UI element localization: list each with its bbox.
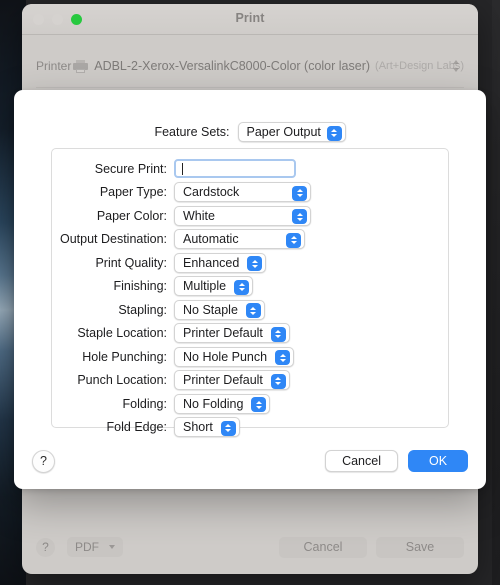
option-popup[interactable]: Multiple xyxy=(174,276,254,297)
option-row: Finishing: Multiple xyxy=(52,275,448,299)
window-titlebar: Print xyxy=(22,4,478,35)
chevron-down-icon xyxy=(109,545,115,549)
window-cancel-button[interactable]: Cancel xyxy=(279,536,367,558)
pdf-menu-label: PDF xyxy=(75,540,99,554)
window-help-button[interactable]: ? xyxy=(36,537,55,557)
option-row: Staple Location: Printer Default xyxy=(52,322,448,346)
option-popup[interactable]: White xyxy=(174,205,311,226)
option-label: Punch Location: xyxy=(77,373,167,388)
option-label: Folding: xyxy=(122,396,167,411)
stepper-icon xyxy=(292,185,307,201)
option-popup[interactable]: Automatic xyxy=(174,229,305,250)
option-row: Print Quality: Enhanced xyxy=(52,251,448,275)
stepper-icon xyxy=(275,350,291,366)
option-popup[interactable]: Enhanced xyxy=(174,252,267,273)
stepper-icon xyxy=(326,125,342,141)
option-value: White xyxy=(183,208,215,223)
feature-sets-row: Feature Sets: Paper Output xyxy=(14,122,486,142)
stepper-icon xyxy=(292,209,307,225)
printer-icon xyxy=(73,59,89,73)
secure-print-input[interactable] xyxy=(174,159,296,179)
stepper-icon xyxy=(286,232,301,248)
printer-name: ADBL-2-Xerox-VersalinkC8000-Color (color… xyxy=(94,59,371,73)
printer-stepper-icon[interactable] xyxy=(451,57,462,75)
stepper-icon xyxy=(270,373,286,389)
option-popup[interactable]: No Hole Punch xyxy=(174,346,295,367)
option-label: Paper Color: xyxy=(96,208,167,223)
printer-row[interactable]: Printer ADBL-2-Xerox-VersalinkC8000-Colo… xyxy=(36,45,464,88)
option-value: Automatic xyxy=(183,232,239,247)
option-row: Folding: No Folding xyxy=(52,392,448,416)
option-popup[interactable]: No Staple xyxy=(174,299,265,320)
option-row: Stapling: No Staple xyxy=(52,298,448,322)
options-group-box: Secure Print: Paper Type: Cardstock Paper C… xyxy=(51,148,449,438)
option-label: Paper Type: xyxy=(99,185,167,200)
option-label: Finishing: xyxy=(113,279,168,294)
sheet-ok-button[interactable]: OK xyxy=(408,450,468,472)
option-row: Hole Punching: No Hole Punch xyxy=(52,345,448,369)
stepper-icon xyxy=(270,326,286,342)
sheet-help-button[interactable]: ? xyxy=(32,449,55,473)
printer-label: Printer xyxy=(36,59,72,73)
text-caret xyxy=(182,162,183,175)
window-save-button[interactable]: Save xyxy=(376,536,464,558)
sheet-cancel-button[interactable]: Cancel xyxy=(325,450,398,472)
feature-sets-value: Paper Output xyxy=(246,125,321,139)
option-label: Print Quality: xyxy=(95,255,167,270)
option-row: Output Destination: Automatic xyxy=(52,228,448,252)
option-popup[interactable]: Printer Default xyxy=(174,370,290,391)
stepper-icon xyxy=(247,256,263,272)
option-value: Enhanced xyxy=(183,255,240,270)
stepper-icon xyxy=(251,397,267,413)
option-value: Multiple xyxy=(183,279,227,294)
window-title: Print xyxy=(235,11,265,25)
option-value: No Staple xyxy=(183,302,238,317)
window-footer: ? PDF Cancel Save xyxy=(22,520,478,574)
option-label: Stapling: xyxy=(118,302,167,317)
option-value: Cardstock xyxy=(183,185,240,200)
option-value: Printer Default xyxy=(183,326,263,341)
option-row: Paper Type: Cardstock xyxy=(52,181,448,205)
stepper-icon xyxy=(234,279,250,295)
option-value: No Hole Punch xyxy=(183,349,268,364)
paper-output-sheet: Feature Sets: Paper Output Secure Print:… xyxy=(14,90,486,489)
option-popup[interactable]: No Folding xyxy=(174,393,271,414)
option-popup[interactable]: Cardstock xyxy=(174,182,311,203)
option-row: Punch Location: Printer Default xyxy=(52,369,448,393)
stepper-icon xyxy=(245,303,261,319)
option-label: Staple Location: xyxy=(77,326,167,341)
option-value: Printer Default xyxy=(183,373,263,388)
option-popup[interactable]: Printer Default xyxy=(174,323,290,344)
option-label: Output Destination: xyxy=(59,232,167,247)
feature-sets-label: Feature Sets: xyxy=(154,125,230,139)
option-row: Secure Print: xyxy=(52,157,448,181)
option-label: Secure Print: xyxy=(94,161,167,176)
sheet-footer: ? Cancel OK xyxy=(14,433,486,489)
option-row: Paper Color: White xyxy=(52,204,448,228)
option-rows: Secure Print: Paper Type: Cardstock Paper C… xyxy=(52,149,448,439)
option-label: Hole Punching: xyxy=(82,349,167,364)
option-value: No Folding xyxy=(183,396,244,411)
wallpaper-right-strip xyxy=(492,0,500,585)
feature-sets-popup[interactable]: Paper Output xyxy=(237,122,346,142)
pdf-menu-button[interactable]: PDF xyxy=(67,537,123,557)
